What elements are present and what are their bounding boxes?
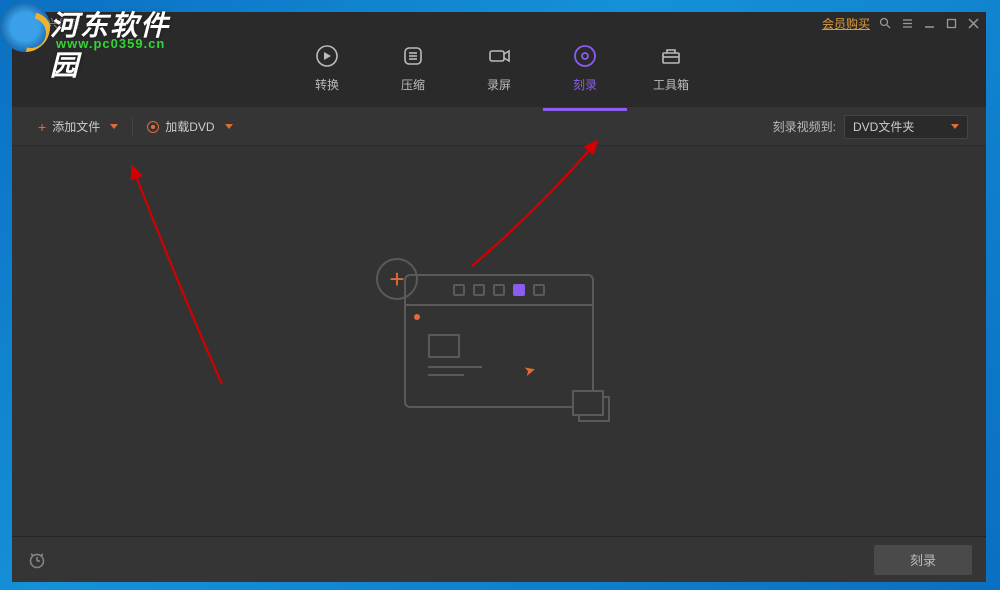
nav-label: 转换 bbox=[315, 76, 339, 93]
burn-icon bbox=[571, 42, 599, 70]
plus-icon: + bbox=[38, 119, 46, 135]
member-purchase-link[interactable]: 会员购买 bbox=[822, 15, 870, 32]
record-icon bbox=[485, 42, 513, 70]
chevron-down-icon bbox=[110, 124, 118, 129]
burn-button-label: 刻录 bbox=[910, 550, 936, 569]
cursor-icon: ➤ bbox=[522, 361, 538, 380]
search-icon[interactable] bbox=[878, 16, 892, 30]
nav-tab-compress[interactable]: 压缩 bbox=[393, 42, 433, 101]
nav-divider bbox=[12, 107, 986, 108]
target-icon bbox=[147, 121, 159, 133]
toolbar-divider bbox=[132, 117, 133, 137]
close-icon[interactable] bbox=[966, 16, 980, 30]
add-file-label: 添加文件 bbox=[52, 118, 100, 135]
add-file-button[interactable]: + 添加文件 bbox=[30, 115, 126, 139]
nav-label: 录屏 bbox=[487, 76, 511, 93]
empty-placeholder: + ➤ bbox=[404, 274, 594, 408]
nav-tab-record[interactable]: 录屏 bbox=[479, 42, 519, 101]
toolbox-icon bbox=[657, 42, 685, 70]
main-nav: 转换 压缩 录屏 刻录 工具箱 bbox=[12, 34, 986, 108]
minimize-icon[interactable] bbox=[922, 16, 936, 30]
titlebar: 万兴优转 会员购买 bbox=[12, 12, 986, 34]
nav-label: 工具箱 bbox=[653, 76, 689, 93]
burn-destination-value: DVD文件夹 bbox=[853, 118, 914, 135]
placeholder-window-icon: ➤ bbox=[404, 274, 594, 408]
compress-icon bbox=[399, 42, 427, 70]
load-dvd-label: 加载DVD bbox=[165, 118, 214, 135]
nav-label: 刻录 bbox=[573, 76, 597, 93]
nav-label: 压缩 bbox=[401, 76, 425, 93]
burn-destination-select[interactable]: DVD文件夹 bbox=[844, 115, 968, 139]
nav-tab-toolbox[interactable]: 工具箱 bbox=[651, 42, 691, 101]
convert-icon bbox=[313, 42, 341, 70]
app-window: 万兴优转 会员购买 转换 bbox=[12, 12, 986, 582]
load-dvd-button[interactable]: 加载DVD bbox=[139, 115, 240, 139]
burn-button[interactable]: 刻录 bbox=[874, 545, 972, 575]
nav-tab-burn[interactable]: 刻录 bbox=[565, 42, 605, 101]
content-drop-area[interactable]: + ➤ bbox=[12, 146, 986, 536]
stack-icon bbox=[572, 390, 608, 420]
menu-icon[interactable] bbox=[900, 16, 914, 30]
maximize-icon[interactable] bbox=[944, 16, 958, 30]
footer: 刻录 bbox=[12, 536, 986, 582]
app-icon bbox=[18, 16, 32, 30]
alarm-icon[interactable] bbox=[26, 549, 48, 571]
chevron-down-icon bbox=[225, 124, 233, 129]
chevron-down-icon bbox=[951, 124, 959, 129]
app-title: 万兴优转 bbox=[36, 15, 80, 31]
toolbar: + 添加文件 加载DVD 刻录视频到: DVD文件夹 bbox=[12, 108, 986, 146]
nav-tab-convert[interactable]: 转换 bbox=[307, 42, 347, 101]
annotation-arrow bbox=[62, 154, 242, 394]
burn-destination-label: 刻录视频到: bbox=[773, 118, 836, 135]
